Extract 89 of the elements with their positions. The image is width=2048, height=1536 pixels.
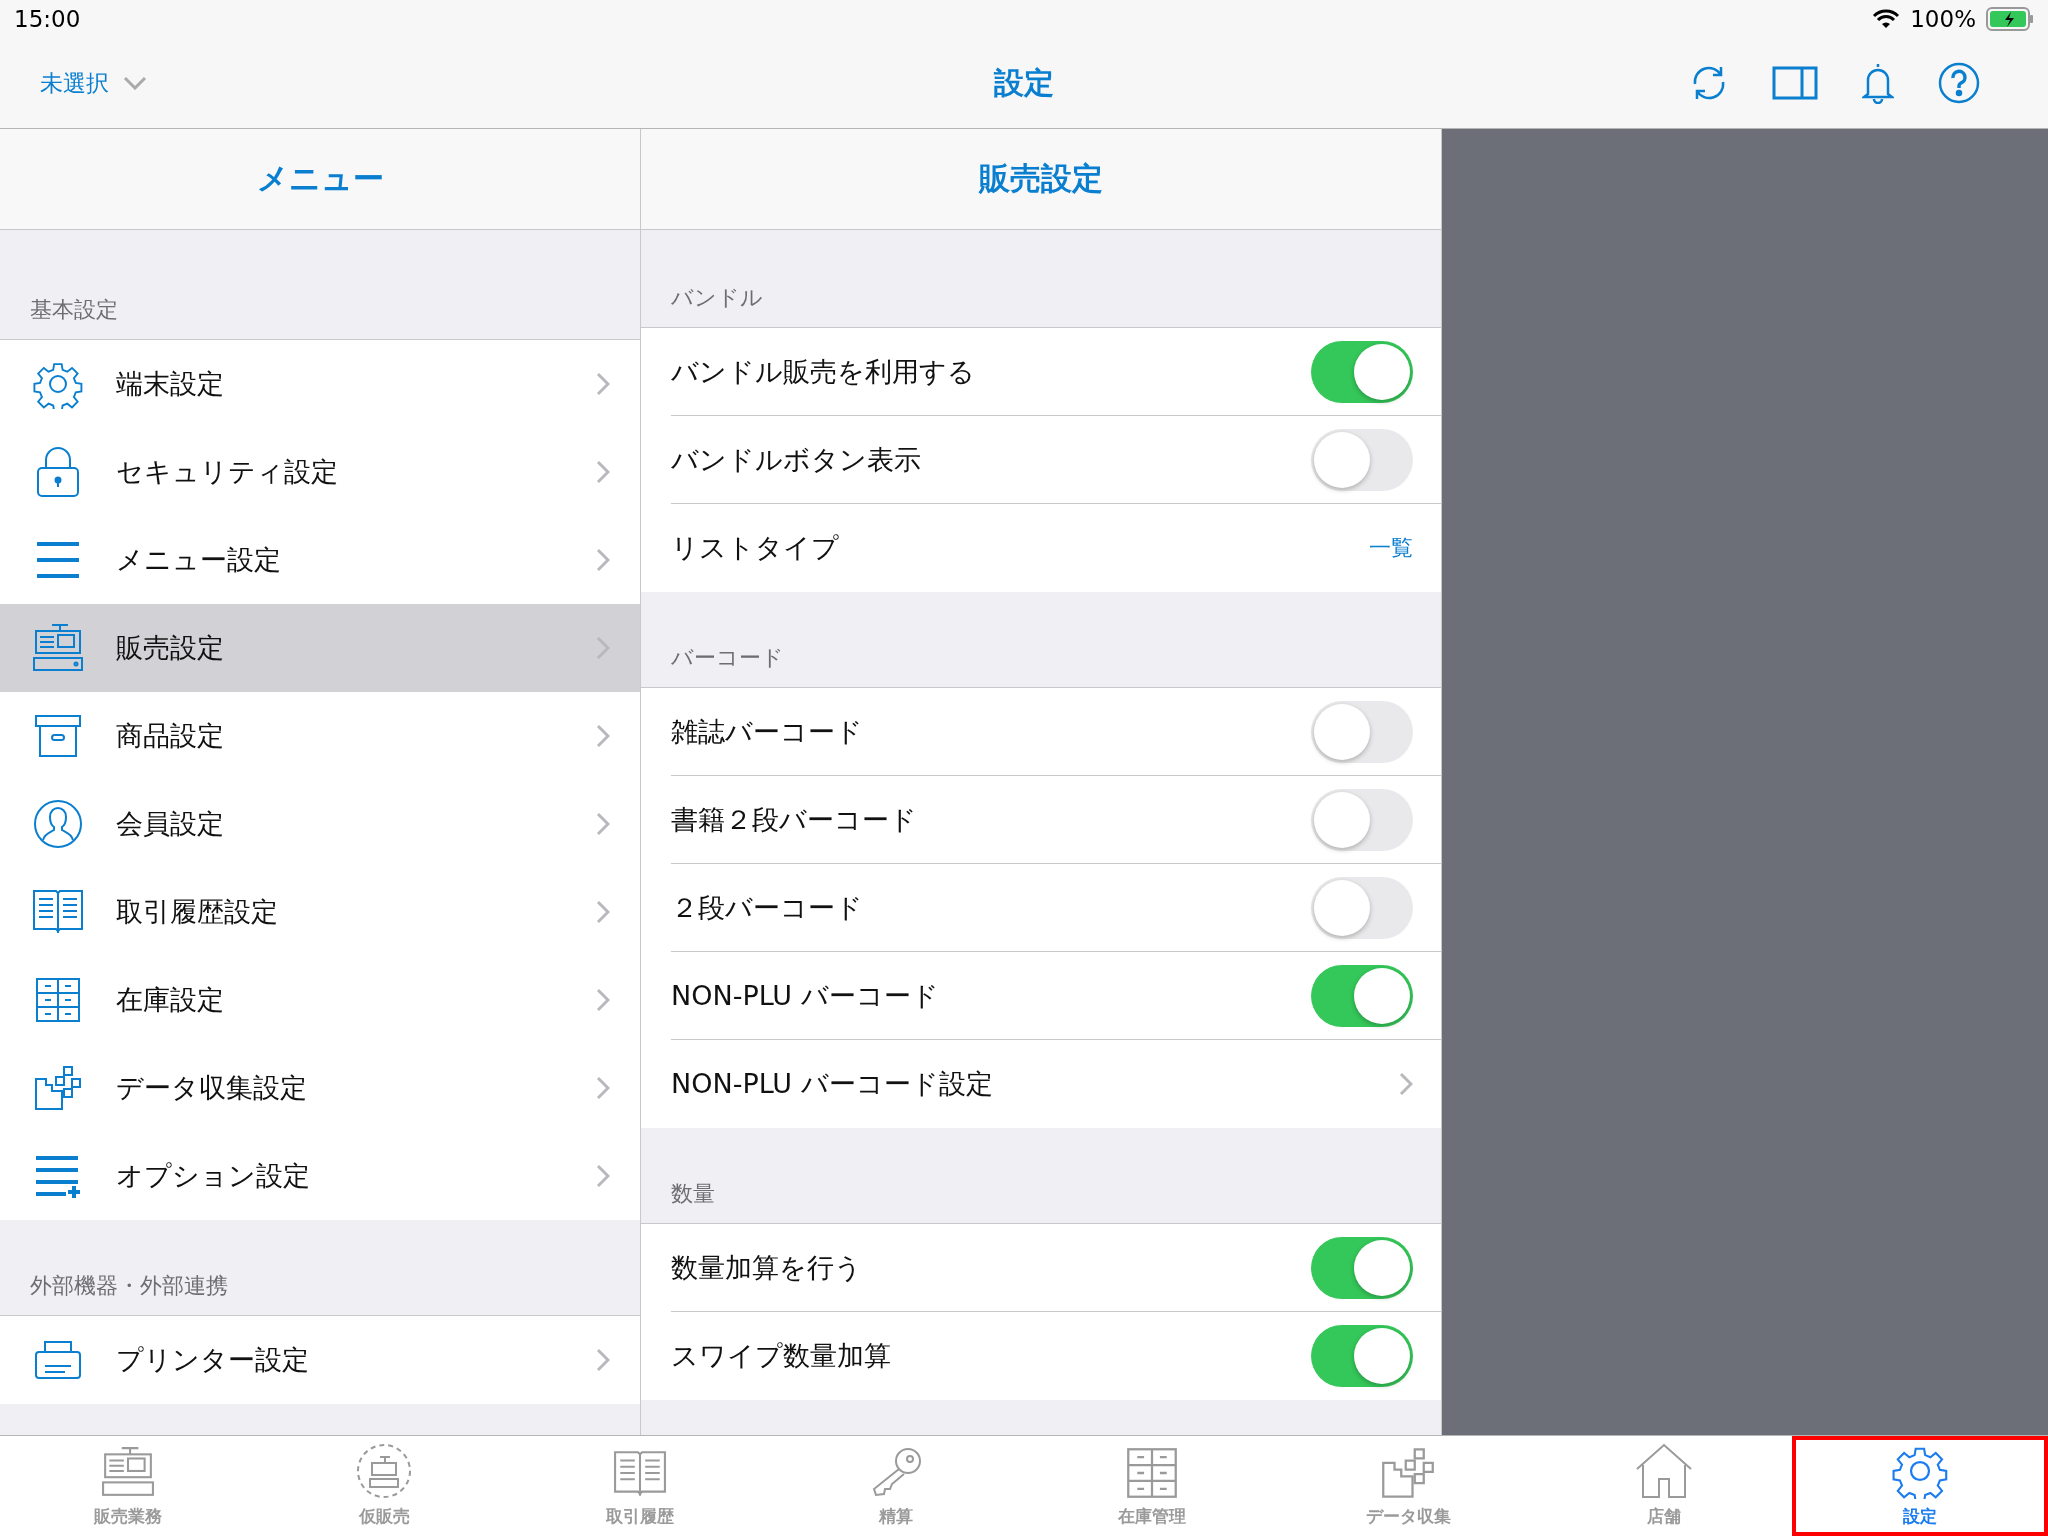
printer-icon [33,1338,83,1382]
setting-label: 雑誌バーコード [671,714,864,749]
section-header: 数量 [671,1180,715,1208]
split-view-button[interactable] [1772,66,1818,100]
section-header: 基本設定 [30,296,118,324]
section-header: バンドル [671,284,763,312]
setting-label: NON-PLU バーコード設定 [671,1067,994,1101]
menu-item[interactable]: 取引履歴設定 [0,868,640,956]
chevron-right-icon [596,371,610,396]
menu-icon [35,540,81,580]
toggle-switch[interactable] [1311,788,1413,851]
drawers-icon [35,977,81,1023]
cash-register-icon [32,622,84,674]
chevron-right-icon [596,1348,610,1372]
section-header: 外部機器・外部連携 [30,1272,228,1300]
screen-title: 設定 [994,63,1054,102]
menu-item[interactable]: 在庫設定 [0,956,640,1044]
chevron-right-icon [596,636,610,660]
chevron-right-icon [596,459,610,484]
toggle-switch[interactable] [1311,876,1413,939]
chevron-right-icon [596,1164,610,1188]
setting-label: 書籍２段バーコード [671,802,918,837]
help-button[interactable] [1938,62,1980,104]
setting-label: バンドルボタン表示 [671,442,922,477]
menu-item-label: セキュリティ設定 [116,454,339,489]
menu-item-label: メニュー設定 [116,543,282,577]
menu-item[interactable]: 商品設定 [0,692,640,780]
toggle-switch[interactable] [1311,1325,1413,1387]
chevron-right-icon [1399,1072,1413,1096]
menu-item-label: データ収集設定 [116,1070,308,1105]
toggle-switch[interactable] [1311,428,1413,491]
setting-label: スワイプ数量加算 [671,1339,892,1373]
chevron-right-icon [596,548,610,572]
menu-item[interactable]: 端末設定 [0,340,640,428]
list-add-icon [34,1154,82,1198]
blocks-icon [34,1065,82,1111]
chevron-right-icon [596,1075,610,1100]
setting-value[interactable]: 一覧 [1369,533,1413,563]
toggle-switch[interactable] [1311,700,1413,763]
setting-label: NON-PLU バーコード [671,978,940,1013]
setting-label: バンドル販売を利用する [671,354,976,389]
section-header: バーコード [671,644,784,672]
bell-icon [1862,62,1894,104]
chevron-right-icon [596,723,610,748]
notification-button[interactable] [1862,62,1894,104]
menu-item-label: オプション設定 [116,1159,311,1193]
split-view-icon [1772,66,1818,100]
clock: 15:00 [14,6,81,32]
menu-item-label: 会員設定 [116,806,225,841]
lock-icon [35,446,81,498]
book-icon [32,888,84,936]
drawers-icon [1126,1447,1178,1499]
menu-item[interactable]: メニュー設定 [0,516,640,604]
setting-label: 数量加算を行う [671,1250,863,1285]
chevron-right-icon [596,899,610,924]
menu-item[interactable]: オプション設定 [0,1132,640,1220]
setting-label: ２段バーコード [671,890,864,925]
menu-item-label: 在庫設定 [116,982,225,1017]
person-icon [33,799,83,849]
chevron-down-icon [123,76,147,90]
home-icon [1635,1443,1693,1499]
toggle-switch[interactable] [1311,1236,1413,1299]
register-circle-icon [356,1443,412,1499]
chevron-right-icon [596,811,610,836]
menu-item[interactable]: データ収集設定 [0,1044,640,1132]
menu-item[interactable]: プリンター設定 [0,1316,640,1404]
menu-item-label: プリンター設定 [116,1343,310,1377]
box-icon [34,714,82,758]
menu-item-label: 販売設定 [116,631,225,665]
battery-icon [1986,7,2034,31]
menu-item-label: 取引履歴設定 [116,894,279,929]
wifi-icon [1872,8,1901,30]
help-icon [1938,62,1980,104]
tab-bar-item[interactable]: 設定 [1792,1436,2048,1536]
menu-item[interactable]: セキュリティ設定 [0,428,640,516]
panel-title: メニュー [256,159,384,198]
panel-title: 販売設定 [979,159,1103,198]
toggle-switch[interactable] [1311,964,1413,1027]
book-icon [613,1449,667,1499]
setting-label: リストタイプ [671,531,840,565]
chevron-right-icon [596,987,610,1012]
menu-item[interactable]: 会員設定 [0,780,640,868]
battery-percent: 100% [1910,6,1976,32]
toggle-switch[interactable] [1311,340,1413,403]
blocks-icon [1381,1447,1435,1499]
store-picker[interactable]: 未選択 [40,67,147,99]
menu-item[interactable]: 販売設定 [0,604,640,692]
menu-item-label: 端末設定 [116,366,225,401]
menu-item-label: 商品設定 [116,718,225,753]
